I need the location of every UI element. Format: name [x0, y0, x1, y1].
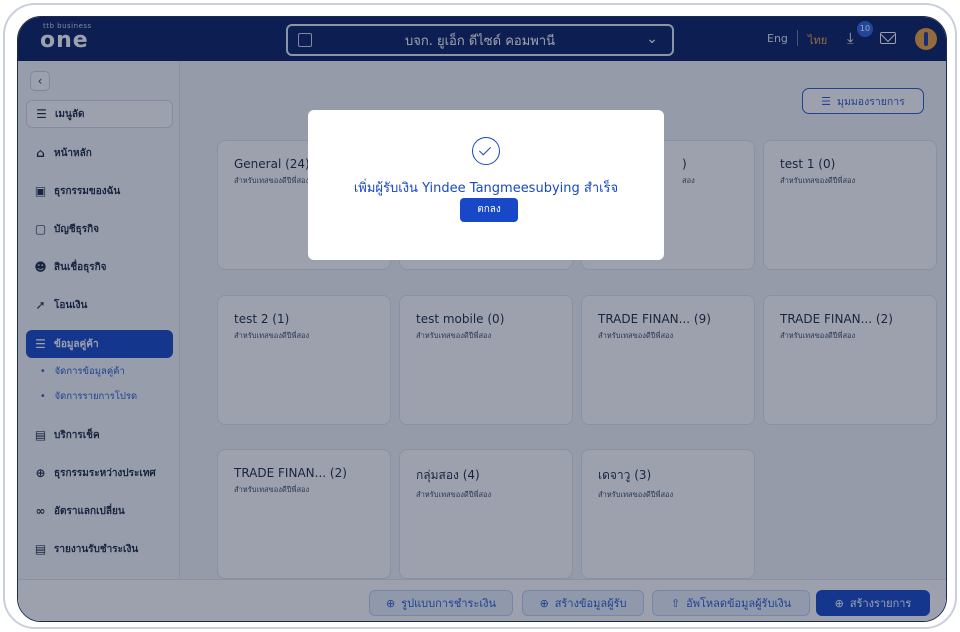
app-screen: ttb business one บจก. ยูเอ็ก ดีไซด์ คอมพ…: [17, 16, 947, 622]
modal-backdrop[interactable]: [18, 17, 946, 621]
success-dialog: เพิ่มผู้รับเงิน Yindee Tangmeesubying สำ…: [308, 110, 664, 260]
ok-button[interactable]: ตกลง: [460, 198, 518, 222]
success-message: เพิ่มผู้รับเงิน Yindee Tangmeesubying สำ…: [353, 181, 619, 196]
device-frame: ttb business one บจก. ยูเอ็ก ดีไซด์ คอมพ…: [3, 3, 957, 629]
check-circle-icon: [472, 137, 500, 165]
